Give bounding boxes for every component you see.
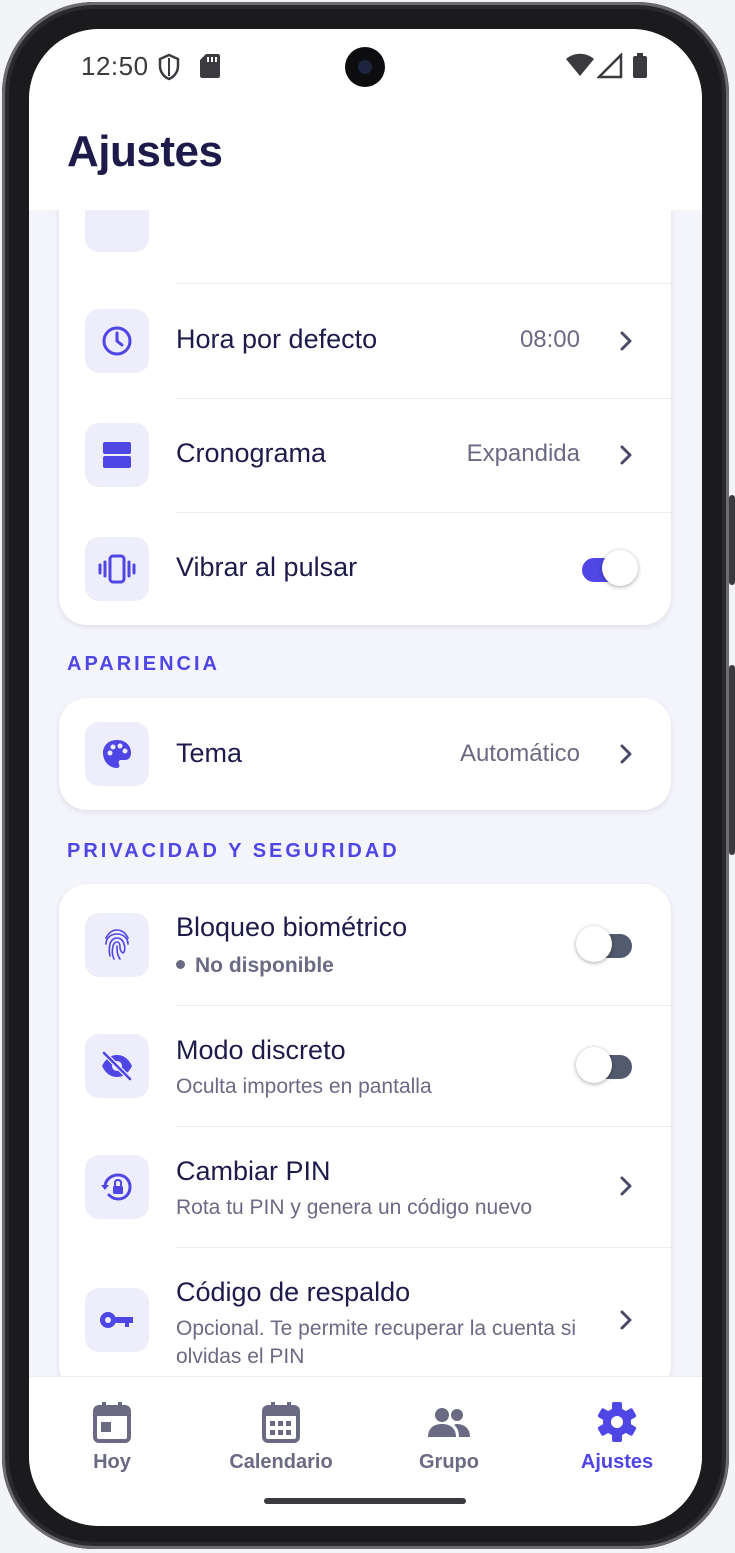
row-sub: Oculta importes en pantalla: [176, 1075, 432, 1098]
device-frame: 12:50 Ajustes Hora por defecto 08:00 Cro…: [0, 0, 735, 1553]
eye-off-icon: [85, 1034, 149, 1098]
timeline-icon: [85, 423, 149, 487]
section-title-appearance: APARIENCIA: [67, 653, 220, 675]
nav-item-today[interactable]: Hoy: [37, 1399, 187, 1474]
chevron-right-icon: [620, 1310, 632, 1330]
row-value: Automático: [459, 740, 580, 767]
biometric-lock-row[interactable]: Bloqueo biométrico No disponible: [59, 884, 671, 1004]
wifi-icon: [566, 53, 594, 76]
backup-code-row[interactable]: Código de respaldo Opcional. Te permite …: [59, 1247, 671, 1376]
nav-item-group[interactable]: Grupo: [374, 1399, 524, 1474]
screen: 12:50 Ajustes Hora por defecto 08:00 Cro…: [29, 29, 702, 1526]
shield-icon: [158, 53, 180, 81]
calendar-month-icon: [262, 1402, 300, 1443]
section-title-privacy: PRIVACIDAD Y SEGURIDAD: [67, 840, 400, 862]
appearance-card: Tema Automático: [59, 698, 671, 810]
vibrate-icon: [85, 537, 149, 601]
clock-icon: [85, 309, 149, 373]
group-icon: [428, 1408, 470, 1437]
row-sub: Opcional. Te permite recuperar la cuenta…: [176, 1317, 576, 1368]
sd-card-icon: [200, 54, 220, 78]
vibrate-toggle[interactable]: [576, 550, 638, 586]
page-title: Ajustes: [67, 127, 223, 176]
signal-icon: [597, 53, 623, 79]
row-icon-box: [85, 210, 149, 252]
power-button: [729, 665, 735, 855]
chevron-right-icon: [620, 744, 632, 764]
chevron-right-icon: [620, 445, 632, 465]
lock-reset-icon: [85, 1155, 149, 1219]
row-sub: Rota tu PIN y genera un código nuevo: [176, 1196, 533, 1219]
nav-label: Ajustes: [580, 1451, 654, 1473]
palette-icon: [85, 722, 149, 786]
theme-row[interactable]: Tema Automático: [59, 698, 671, 810]
discreet-mode-row[interactable]: Modo discreto Oculta importes en pantall…: [59, 1005, 671, 1125]
status-time: 12:50: [81, 51, 149, 81]
default-time-row[interactable]: Hora por defecto 08:00: [59, 284, 671, 397]
row-value: 08:00: [519, 326, 580, 353]
row-label: Bloqueo biométrico: [176, 912, 408, 942]
toggle-knob: [576, 926, 612, 962]
row-label: Cambiar PIN: [176, 1156, 331, 1186]
nav-item-settings[interactable]: Ajustes: [542, 1399, 692, 1474]
row-label: Tema: [176, 738, 243, 768]
row-label: Código de respaldo: [176, 1277, 411, 1307]
fingerprint-icon: [85, 913, 149, 977]
general-settings-card: Hora por defecto 08:00 Cronograma Expand…: [59, 210, 671, 625]
battery-icon: [633, 53, 647, 78]
row-label: Modo discreto: [176, 1035, 346, 1065]
key-icon: [85, 1288, 149, 1352]
row-sub-text: No disponible: [195, 954, 334, 977]
front-camera: [345, 47, 385, 87]
nav-label: Hoy: [93, 1451, 131, 1473]
settings-scroll[interactable]: Hora por defecto 08:00 Cronograma Expand…: [29, 210, 702, 1376]
toggle-knob: [602, 550, 638, 586]
chevron-right-icon: [620, 1176, 632, 1196]
row-sub: No disponible: [176, 952, 586, 980]
gear-icon: [597, 1402, 637, 1442]
hidden-settings-row[interactable]: [59, 210, 671, 280]
nav-label: Grupo: [419, 1451, 479, 1473]
status-dot: [176, 959, 185, 969]
row-label: Hora por defecto: [176, 324, 378, 354]
calendar-today-icon: [93, 1402, 131, 1443]
home-indicator[interactable]: [264, 1498, 466, 1504]
timeline-row[interactable]: Cronograma Expandida: [59, 398, 671, 511]
vibrate-row[interactable]: Vibrar al pulsar: [59, 512, 671, 625]
toggle-knob: [576, 1047, 612, 1083]
privacy-card: Bloqueo biométrico No disponible Modo di…: [59, 884, 671, 1376]
nav-label: Calendario: [229, 1451, 333, 1473]
top-app-bar: 12:50 Ajustes: [29, 29, 702, 210]
row-label: Cronograma: [176, 438, 327, 468]
row-value: Expandida: [466, 440, 580, 467]
volume-button: [729, 495, 735, 585]
biometric-toggle[interactable]: [576, 926, 638, 962]
change-pin-row[interactable]: Cambiar PIN Rota tu PIN y genera un códi…: [59, 1126, 671, 1246]
nav-item-calendar[interactable]: Calendario: [206, 1399, 356, 1474]
chevron-right-icon: [620, 331, 632, 351]
discreet-mode-toggle[interactable]: [576, 1047, 638, 1083]
row-label: Vibrar al pulsar: [176, 552, 358, 582]
status-bar: 12:50: [29, 29, 702, 105]
